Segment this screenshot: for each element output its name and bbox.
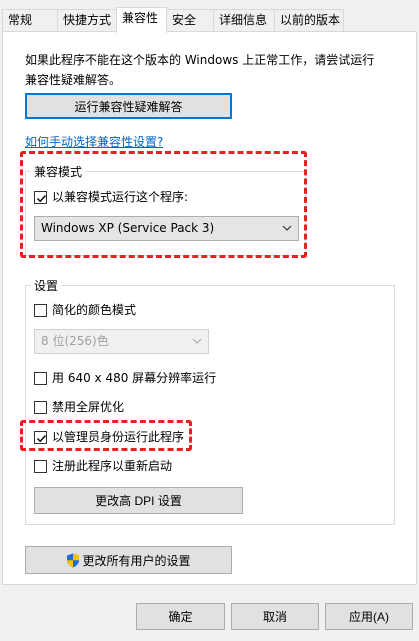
tab-strip: 常规 快捷方式 兼容性 安全 详细信息 以前的版本 (0, 0, 419, 33)
compat-mode-label: 以兼容模式运行这个程序: (52, 190, 189, 204)
tab-security[interactable]: 安全 (166, 9, 214, 31)
compat-mode-checkbox[interactable] (34, 191, 47, 204)
change-all-users-label: 更改所有用户的设置 (82, 553, 191, 568)
run-as-admin-checkbox[interactable] (34, 431, 47, 444)
os-select-value: Windows XP (Service Pack 3) (41, 221, 215, 235)
settings-title: 设置 (31, 279, 62, 293)
tab-details[interactable]: 详细信息 (213, 9, 275, 31)
apply-button[interactable]: 应用(A) (325, 603, 413, 630)
run-as-admin-label: 以管理员身份运行此程序 (52, 430, 185, 444)
run-troubleshooter-button[interactable]: 运行兼容性疑难解答 (25, 93, 232, 119)
disable-fullscreen-checkbox[interactable] (34, 401, 47, 414)
register-restart-checkbox[interactable] (34, 460, 47, 473)
reduced-color-checkbox[interactable] (34, 304, 47, 317)
compat-mode-group (25, 171, 306, 256)
compat-mode-title: 兼容模式 (31, 165, 86, 179)
shield-icon (67, 553, 80, 567)
chevron-down-icon (282, 225, 292, 231)
register-restart-label: 注册此程序以重新启动 (52, 459, 173, 473)
tab-general[interactable]: 常规 (2, 9, 58, 31)
disable-fullscreen-label: 禁用全屏优化 (52, 400, 125, 414)
change-dpi-button[interactable]: 更改高 DPI 设置 (34, 487, 243, 514)
resolution-640-label: 用 640 x 480 屏幕分辨率运行 (52, 371, 217, 385)
tab-shortcut[interactable]: 快捷方式 (57, 9, 117, 31)
manual-settings-link[interactable]: 如何手动选择兼容性设置? (25, 133, 163, 150)
os-select[interactable]: Windows XP (Service Pack 3) (34, 216, 299, 241)
cancel-button[interactable]: 取消 (231, 603, 319, 630)
tab-previous-versions[interactable]: 以前的版本 (274, 9, 344, 31)
resolution-640-checkbox[interactable] (34, 372, 47, 385)
tab-compatibility[interactable]: 兼容性 (116, 7, 167, 33)
ok-button[interactable]: 确定 (136, 603, 225, 630)
reduced-color-label: 简化的颜色模式 (52, 303, 137, 317)
change-all-users-button[interactable]: 更改所有用户的设置 (25, 546, 232, 574)
chevron-down-icon (192, 338, 202, 344)
color-depth-select[interactable]: 8 位(256)色 (34, 329, 209, 354)
compatibility-panel: 如果此程序不能在这个版本的 Windows 上正常工作，请尝试运行兼容性疑难解答… (2, 31, 417, 585)
intro-text: 如果此程序不能在这个版本的 Windows 上正常工作，请尝试运行兼容性疑难解答… (25, 53, 375, 87)
color-depth-value: 8 位(256)色 (41, 334, 109, 348)
